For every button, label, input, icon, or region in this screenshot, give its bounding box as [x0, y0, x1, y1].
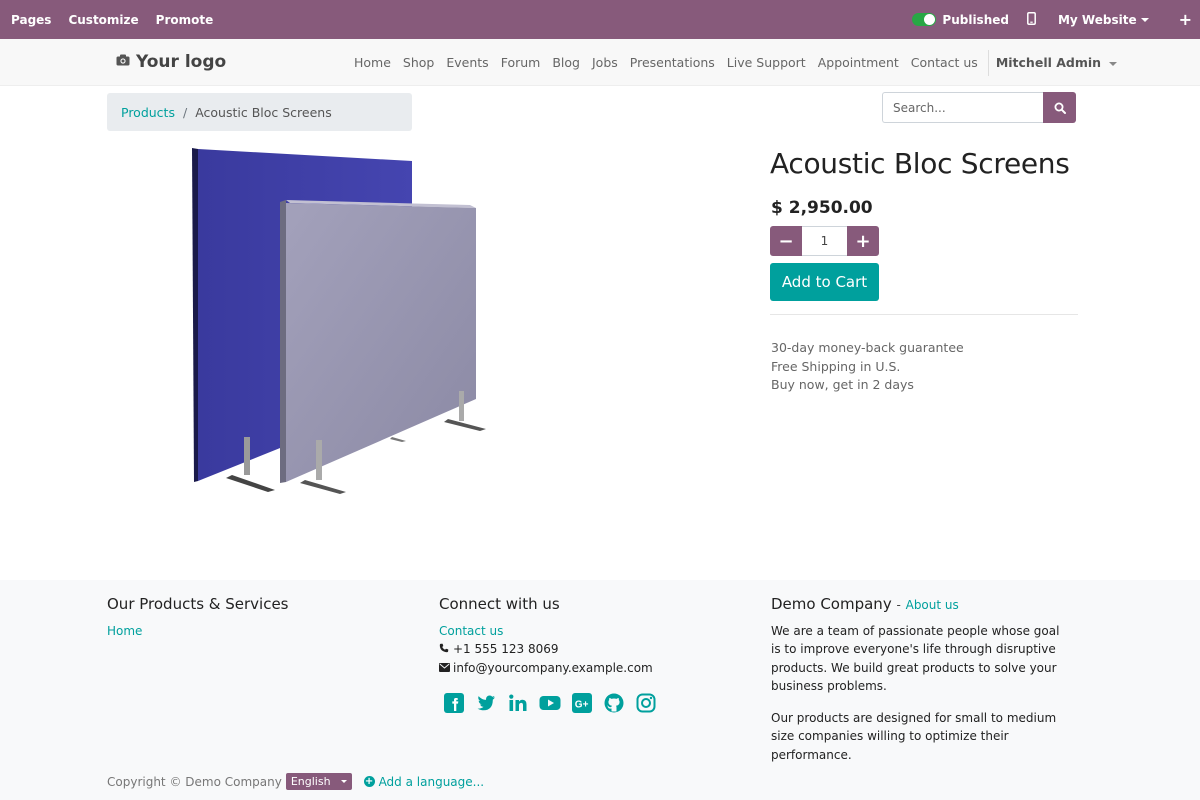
site-footer: Our Products & Services Home Connect wit… — [0, 580, 1200, 800]
footer-phone-text: +1 555 123 8069 — [453, 642, 559, 656]
pages-menu[interactable]: Pages — [11, 13, 51, 27]
social-links: G+ — [443, 692, 667, 714]
caret-down-icon — [1109, 61, 1118, 66]
nav-blog[interactable]: Blog — [552, 55, 580, 70]
footer-email-text: info@yourcompany.example.com — [453, 661, 653, 675]
promote-menu[interactable]: Promote — [156, 13, 214, 27]
term-delivery: Buy now, get in 2 days — [771, 377, 914, 392]
company-description: We are a team of passionate people whose… — [771, 624, 1060, 693]
phone-icon — [439, 641, 451, 659]
company-name: Demo Company — [771, 595, 892, 613]
main-nav: Home Shop Events Forum Blog Jobs Present… — [348, 39, 1123, 86]
company-target-audience: Our products are designed for small to m… — [771, 711, 1057, 762]
footer-products-column: Our Products & Services Home — [107, 595, 289, 640]
nav-contact-us[interactable]: Contact us — [911, 55, 978, 70]
camera-icon — [116, 54, 130, 70]
search-input[interactable] — [882, 92, 1043, 123]
nav-presentations[interactable]: Presentations — [630, 55, 715, 70]
admin-topbar: Pages Customize Promote Published My Web… — [0, 0, 1200, 39]
product-search — [882, 92, 1076, 123]
youtube-icon[interactable] — [539, 692, 561, 714]
quantity-stepper: − + — [770, 226, 879, 256]
caret-down-icon — [1140, 18, 1149, 22]
user-name: Mitchell Admin — [995, 55, 1102, 70]
term-shipping: Free Shipping in U.S. — [771, 358, 901, 374]
footer-connect-heading: Connect with us — [439, 595, 560, 613]
footer-company-column: Demo Company - About us We are a team of… — [771, 595, 1071, 764]
facebook-icon[interactable] — [443, 692, 465, 714]
site-header: Your logo Home Shop Events Forum Blog Jo… — [0, 39, 1200, 86]
published-label: Published — [942, 12, 1009, 27]
nav-events[interactable]: Events — [446, 55, 488, 70]
footer-connect-column: Connect with us Contact us +1 555 123 80… — [439, 595, 667, 714]
product-title: Acoustic Bloc Screens — [770, 147, 1070, 180]
instagram-icon[interactable] — [635, 692, 657, 714]
my-website-dropdown[interactable]: My Website — [1058, 13, 1149, 27]
logo-text: Your logo — [136, 52, 227, 72]
linkedin-icon[interactable] — [507, 692, 529, 714]
my-website-label: My Website — [1057, 12, 1137, 27]
nav-divider — [987, 49, 989, 76]
nav-jobs[interactable]: Jobs — [592, 55, 618, 70]
search-button[interactable] — [1043, 92, 1076, 123]
breadcrumb: Products / Acoustic Bloc Screens — [107, 93, 412, 131]
toggle-switch-icon — [912, 13, 937, 26]
breadcrumb-current: Acoustic Bloc Screens — [195, 104, 332, 120]
footer-contact-link[interactable]: Contact us — [439, 622, 667, 640]
plus-circle-icon: + — [363, 776, 375, 787]
nav-shop[interactable]: Shop — [403, 55, 434, 70]
new-content-plus-icon[interactable]: + — [1179, 10, 1192, 29]
minus-icon: − — [778, 230, 794, 252]
search-icon — [1054, 102, 1066, 114]
nav-live-support[interactable]: Live Support — [727, 55, 806, 70]
add-to-cart-button[interactable]: Add to Cart — [770, 263, 879, 301]
about-us-link[interactable]: About us — [906, 598, 959, 612]
nav-appointment[interactable]: Appointment — [818, 55, 899, 70]
footer-products-heading: Our Products & Services — [107, 595, 289, 613]
quantity-input[interactable] — [802, 226, 847, 256]
footer-home-link[interactable]: Home — [107, 622, 289, 640]
copyright-bar: Copyright © Demo Company English + Add a … — [107, 773, 484, 790]
copyright-text: Copyright © Demo Company — [107, 774, 282, 789]
user-menu[interactable]: Mitchell Admin — [995, 55, 1118, 70]
breadcrumb-products-link[interactable]: Products — [121, 105, 175, 120]
plus-icon: + — [855, 230, 871, 252]
divider — [770, 314, 1078, 315]
customize-menu[interactable]: Customize — [68, 13, 138, 27]
quantity-decrease-button[interactable]: − — [770, 226, 802, 256]
twitter-icon[interactable] — [475, 692, 497, 714]
svg-text:G+: G+ — [575, 700, 589, 711]
product-price: $ 2,950.00 — [771, 198, 873, 218]
product-image[interactable] — [180, 145, 500, 495]
github-icon[interactable] — [603, 692, 625, 714]
site-logo[interactable]: Your logo — [116, 52, 226, 72]
nav-forum[interactable]: Forum — [501, 55, 541, 70]
language-label: English — [290, 775, 331, 788]
heading-dash: - — [896, 598, 901, 612]
mobile-preview-icon[interactable] — [1027, 11, 1036, 28]
footer-phone: +1 555 123 8069 — [439, 640, 667, 659]
footer-company-heading: Demo Company - About us — [771, 595, 1071, 613]
product-terms: 30-day money-back guarantee Free Shippin… — [771, 339, 964, 395]
caret-down-icon — [340, 780, 347, 783]
quantity-increase-button[interactable]: + — [847, 226, 879, 256]
footer-email: info@yourcompany.example.com — [439, 659, 667, 678]
google-plus-icon[interactable]: G+ — [571, 692, 593, 714]
published-toggle[interactable]: Published — [912, 13, 1009, 27]
language-selector[interactable]: English — [285, 773, 352, 790]
term-guarantee: 30-day money-back guarantee — [771, 340, 964, 355]
add-language-label: Add a language... — [378, 774, 485, 789]
add-language-link[interactable]: + Add a language... — [363, 774, 485, 789]
nav-home[interactable]: Home — [354, 55, 391, 70]
envelope-icon — [439, 660, 451, 678]
breadcrumb-separator: / — [182, 104, 188, 120]
